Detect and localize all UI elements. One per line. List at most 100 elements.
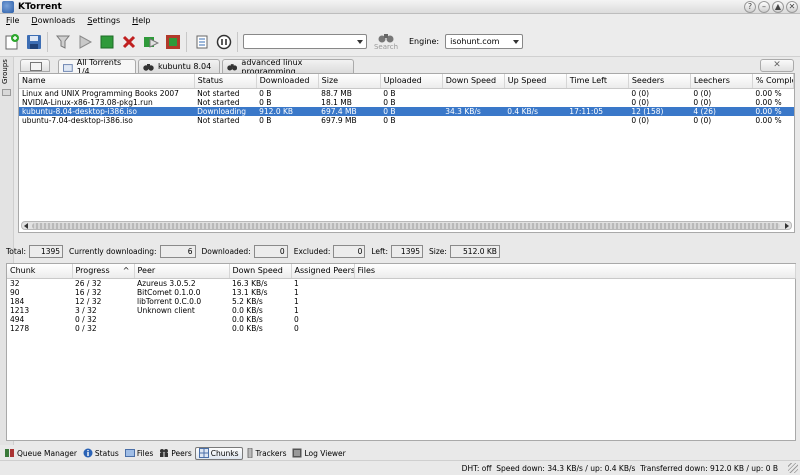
column-header-chunk[interactable]: Chunk <box>7 264 73 279</box>
column-header-name[interactable]: Name <box>19 74 195 89</box>
engine-select[interactable]: isohunt.com <box>445 34 524 49</box>
total-label: Total: <box>6 247 27 256</box>
tab-peers[interactable]: Peers <box>156 447 194 460</box>
menu-downloads[interactable]: Downloads <box>25 16 81 25</box>
tab-chunks[interactable]: Chunks <box>194 446 243 460</box>
column-header-up-speed[interactable]: Up Speed <box>504 74 567 89</box>
stop-button[interactable] <box>97 32 117 52</box>
column-header-seeders[interactable]: Seeders <box>628 74 691 89</box>
torrent-complete: 0.00 % <box>752 106 794 116</box>
maximize-icon[interactable]: ▲ <box>772 1 784 13</box>
column-header-down-speed[interactable]: Down Speed <box>442 74 505 89</box>
chunk-row[interactable]: 90 16 / 32 BitComet 0.1.0.0 13.1 KB/s 1 <box>7 288 795 297</box>
tab-trackers[interactable]: Trackers <box>243 447 290 460</box>
remove-button[interactable] <box>119 32 139 52</box>
horizontal-scrollbar[interactable] <box>21 221 792 230</box>
peers-icon <box>160 449 169 457</box>
torrent-downloaded: 912.0 KB <box>256 106 319 116</box>
scroll-left-icon[interactable] <box>24 223 28 229</box>
chunk-row[interactable]: 1213 3 / 32 Unknown client 0.0 KB/s 1 <box>7 306 795 315</box>
menu-help[interactable]: Help <box>126 16 156 25</box>
stop-all-button[interactable] <box>163 32 183 52</box>
tab-label: Peers <box>171 448 192 458</box>
queue-icon <box>196 35 208 48</box>
title-bar: KTorrent ? – ▲ ✕ <box>0 0 800 14</box>
minimize-icon[interactable]: – <box>758 1 770 13</box>
column-header-chunk-down-speed[interactable]: Down Speed <box>229 264 292 279</box>
filter-button[interactable] <box>53 32 73 52</box>
groups-icon[interactable] <box>2 89 11 96</box>
tab-all-torrents[interactable]: All Torrents 1/4 <box>58 58 136 76</box>
menu-file[interactable]: File <box>0 16 25 25</box>
chunk-row[interactable]: 494 0 / 32 0.0 KB/s 0 <box>7 315 795 324</box>
downloading-value: 6 <box>159 245 196 258</box>
torrent-row[interactable]: Linux and UNIX Programming Books 2007 No… <box>19 88 794 98</box>
torrent-list[interactable]: Name Status Downloaded Size Uploaded Dow… <box>18 73 795 233</box>
chunk-row[interactable]: 1278 0 / 32 0.0 KB/s 0 <box>7 324 795 333</box>
column-header-peer[interactable]: Peer <box>134 264 230 279</box>
close-icon: ✕ <box>773 60 781 70</box>
tab-queue-manager[interactable]: Queue Manager <box>2 447 80 460</box>
sort-up-icon: ^ <box>122 266 130 276</box>
search-input[interactable] <box>243 34 367 49</box>
torrent-uploaded: 0 B <box>383 97 396 107</box>
column-header-status[interactable]: Status <box>194 74 257 89</box>
column-header-leechers[interactable]: Leechers <box>690 74 753 89</box>
torrent-tab-bar: All Torrents 1/4 kubuntu 8.04 advanced l… <box>16 58 800 76</box>
queue-button[interactable] <box>192 32 212 52</box>
chunk-peer: BitComet 0.1.0.0 <box>137 287 201 297</box>
play-icon <box>79 34 93 49</box>
tab-log-viewer[interactable]: Log Viewer <box>289 447 348 460</box>
tab-files[interactable]: Files <box>122 447 156 460</box>
torrent-seeders: 12 (158) <box>628 106 691 116</box>
column-header-size[interactable]: Size <box>318 74 381 89</box>
tab-advanced-linux[interactable]: advanced linux programming <box>222 58 354 76</box>
torrent-down-speed: 34.3 KB/s <box>442 106 505 116</box>
close-tab-button[interactable]: ✕ <box>760 59 794 72</box>
torrent-up-speed <box>504 116 566 125</box>
chunk-list[interactable]: Chunk Progress ^ Peer Down Speed Assigned… <box>6 263 796 441</box>
torrent-time-left <box>566 98 628 107</box>
torrent-row[interactable]: NVIDIA-Linux-x86-173.08-pkg1.run Not sta… <box>19 98 794 107</box>
search-button[interactable]: Search <box>373 32 399 51</box>
resize-grip-icon[interactable] <box>788 463 798 473</box>
torrent-up-speed <box>504 98 566 107</box>
chunk-speed: 0.0 KB/s <box>232 305 263 315</box>
size-label: Size: <box>429 247 447 256</box>
new-torrent-button[interactable] <box>2 32 22 52</box>
torrent-row-selected[interactable]: kubuntu-8.04-desktop-i386.iso Downloadin… <box>19 106 794 116</box>
new-tab-button[interactable] <box>20 59 50 72</box>
column-header-files[interactable]: Files <box>354 264 796 279</box>
close-icon[interactable]: ✕ <box>786 1 798 13</box>
scrollbar-thumb[interactable] <box>32 223 780 229</box>
help-icon[interactable]: ? <box>744 1 756 13</box>
chunk-files <box>354 278 795 288</box>
chevron-down-icon <box>513 40 520 44</box>
start-all-button[interactable] <box>141 32 161 52</box>
chunks-icon <box>198 448 209 458</box>
new-tab-icon <box>30 62 42 71</box>
menu-settings[interactable]: Settings <box>81 16 126 25</box>
save-button[interactable] <box>24 32 44 52</box>
torrent-status: Downloading <box>194 106 257 116</box>
scroll-right-icon[interactable] <box>785 223 789 229</box>
column-header-assigned-peers[interactable]: Assigned Peers <box>291 264 355 279</box>
chunk-row[interactable]: 184 12 / 32 libTorrent 0.C.0.0 5.2 KB/s … <box>7 297 795 306</box>
pause-button[interactable] <box>214 32 234 52</box>
torrent-size: 697.4 MB <box>318 106 381 116</box>
column-header-downloaded[interactable]: Downloaded <box>256 74 319 89</box>
search-label: Search <box>373 43 399 51</box>
tab-status[interactable]: Status <box>80 447 122 460</box>
menu-bar: File Downloads Settings Help <box>0 14 800 27</box>
column-header-time-left[interactable]: Time Left <box>566 74 629 89</box>
start-button[interactable] <box>75 32 95 52</box>
column-header-uploaded[interactable]: Uploaded <box>380 74 443 89</box>
column-header-complete[interactable]: % Complete <box>752 74 795 89</box>
column-header-progress[interactable]: Progress ^ <box>72 264 135 279</box>
chunk-row[interactable]: 32 26 / 32 Azureus 3.0.5.2 16.3 KB/s 1 <box>7 278 795 288</box>
chunk-index: 1213 <box>10 305 30 315</box>
torrent-row[interactable]: ubuntu-7.04-desktop-i386.iso Not started… <box>19 116 794 125</box>
log-viewer-icon <box>292 448 302 458</box>
tab-label: Chunks <box>210 448 239 458</box>
tab-kubuntu[interactable]: kubuntu 8.04 <box>138 59 220 73</box>
